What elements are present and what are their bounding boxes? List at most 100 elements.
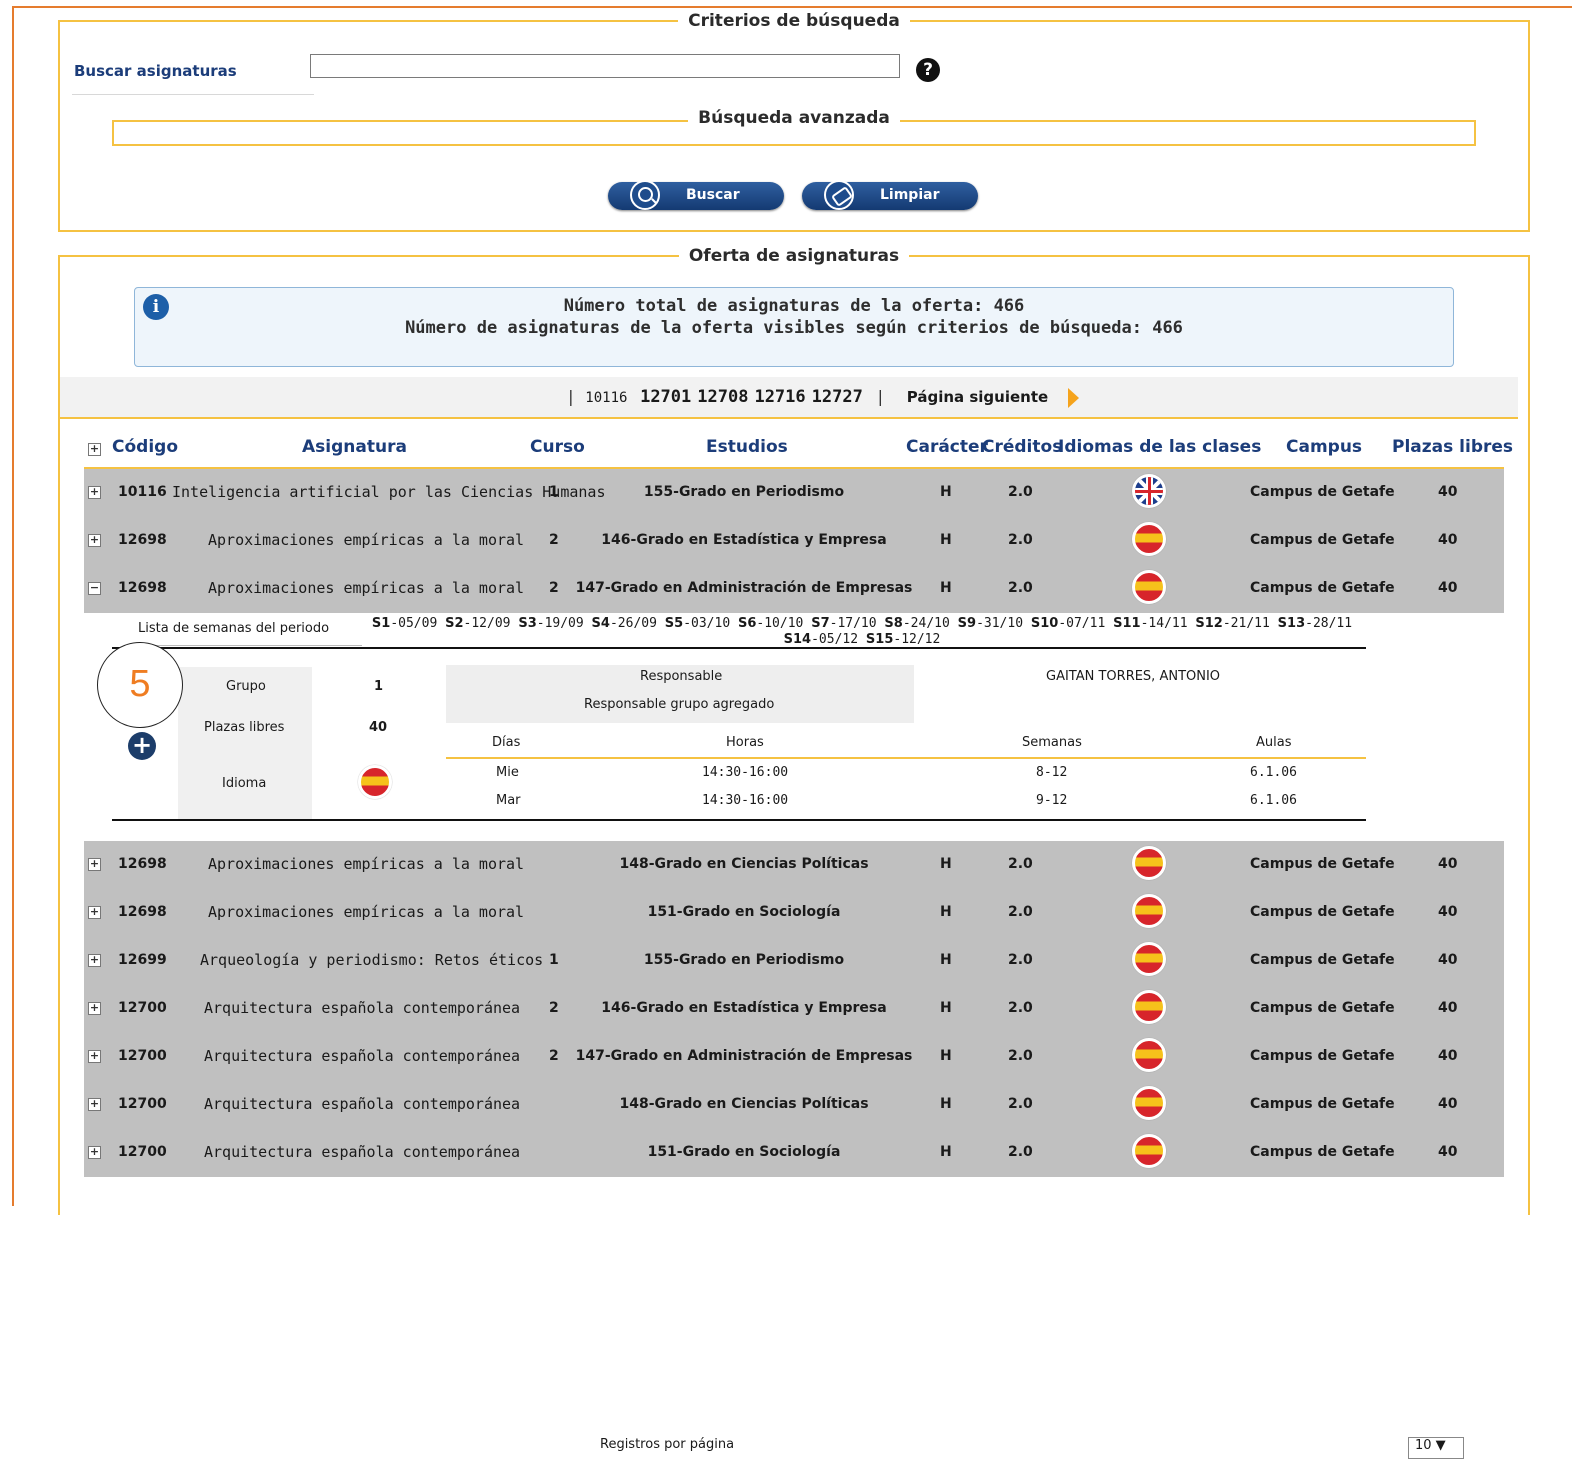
col-idiomas[interactable]: Idiomas de las clases bbox=[1058, 437, 1261, 457]
table-row[interactable]: +12700 Arquitectura española contemporáne… bbox=[84, 985, 1504, 1033]
week-date: -31/10 bbox=[976, 616, 1031, 631]
page-link[interactable]: 12727 bbox=[812, 387, 863, 407]
records-per-page-select[interactable]: 10 ▼ bbox=[1408, 1437, 1464, 1459]
es-flag-icon bbox=[1132, 570, 1166, 604]
cell-plazas: 40 bbox=[1438, 856, 1458, 872]
search-input[interactable] bbox=[310, 54, 900, 78]
page-link[interactable]: 12716 bbox=[754, 387, 805, 407]
cell-plazas: 40 bbox=[1438, 1144, 1458, 1160]
cell-caracter: H bbox=[940, 856, 952, 872]
collapse-row-icon[interactable]: − bbox=[88, 582, 101, 595]
col-estudios[interactable]: Estudios bbox=[706, 437, 788, 457]
search-criteria-title: Criterios de búsqueda bbox=[678, 11, 910, 31]
cell-curso: 2 bbox=[549, 1000, 559, 1016]
week-label: S15 bbox=[865, 632, 894, 647]
search-icon bbox=[630, 180, 660, 210]
table-row[interactable]: +12700 Arquitectura española contemporáne… bbox=[84, 1129, 1504, 1177]
week-date: -07/11 bbox=[1058, 616, 1114, 631]
group-detail-panel: Lista de semanas del periodo S1-05/09 S2… bbox=[84, 613, 1504, 839]
cell-caracter: H bbox=[940, 1048, 952, 1064]
expand-row-icon[interactable]: + bbox=[88, 858, 101, 871]
cell-caracter: H bbox=[940, 484, 952, 500]
divider bbox=[112, 819, 1366, 821]
week-label: S3 bbox=[518, 616, 537, 631]
expand-row-icon[interactable]: + bbox=[88, 1002, 101, 1015]
search-button[interactable]: Buscar bbox=[608, 180, 784, 210]
page-link[interactable]: 12701 bbox=[640, 387, 691, 407]
weeks-line-2: S14-05/12 S15-12/12 bbox=[359, 632, 1365, 648]
table-row[interactable]: +12698 Aproximaciones empíricas a la mora… bbox=[84, 841, 1504, 889]
cell-creditos: 2.0 bbox=[1008, 1144, 1033, 1160]
responsable-agregado-label: Responsable grupo agregado bbox=[584, 697, 775, 712]
table-row[interactable]: +12700 Arquitectura española contemporáne… bbox=[84, 1081, 1504, 1129]
advanced-search-title[interactable]: Búsqueda avanzada bbox=[688, 108, 900, 128]
col-aulas: Aulas bbox=[1256, 735, 1292, 750]
es-flag-icon bbox=[1132, 1038, 1166, 1072]
es-flag-icon bbox=[1132, 846, 1166, 880]
table-row[interactable]: +12699 Arqueología y periodismo: Retos ét… bbox=[84, 937, 1504, 985]
cell-estudios: 155-Grado en Periodismo bbox=[643, 484, 845, 500]
table-row[interactable]: +12700 Arquitectura española contemporáne… bbox=[84, 1033, 1504, 1081]
info-visible-text: Número de asignaturas de la oferta visib… bbox=[405, 318, 1183, 338]
next-arrow-icon[interactable] bbox=[1067, 387, 1079, 408]
help-icon[interactable]: ? bbox=[916, 58, 940, 82]
clear-button[interactable]: Limpiar bbox=[802, 180, 978, 210]
cell-creditos: 2.0 bbox=[1008, 532, 1033, 548]
cell-creditos: 2.0 bbox=[1008, 1048, 1033, 1064]
cell-caracter: H bbox=[940, 904, 952, 920]
cell-campus: Campus de Getafe bbox=[1250, 532, 1395, 548]
cell-code: 12698 bbox=[118, 856, 167, 872]
expand-all-icon[interactable]: + bbox=[88, 443, 101, 456]
eraser-icon bbox=[824, 180, 854, 210]
grupo-value: 1 bbox=[374, 679, 384, 694]
expand-row-icon[interactable]: + bbox=[88, 1146, 101, 1159]
expand-row-icon[interactable]: + bbox=[88, 1098, 101, 1111]
table-row[interactable]: +12698 Aproximaciones empíricas a la mora… bbox=[84, 889, 1504, 937]
cell-campus: Campus de Getafe bbox=[1250, 580, 1395, 596]
responsable-label: Responsable bbox=[640, 669, 723, 684]
col-semanas: Semanas bbox=[1022, 735, 1082, 750]
cell-campus: Campus de Getafe bbox=[1250, 952, 1395, 968]
table-row[interactable]: + 10116 Inteligencia artificial por las … bbox=[84, 469, 1504, 517]
next-page-link[interactable]: Página siguiente bbox=[907, 388, 1048, 406]
es-flag-icon bbox=[1132, 1086, 1166, 1120]
search-criteria-panel: Criterios de búsqueda Buscar asignaturas… bbox=[58, 11, 1530, 232]
add-course-icon[interactable]: + bbox=[128, 732, 156, 760]
search-button-label: Buscar bbox=[686, 187, 740, 203]
expand-row-icon[interactable]: + bbox=[88, 1050, 101, 1063]
col-plazas[interactable]: Plazas libres bbox=[1392, 437, 1513, 457]
cell-code: 12700 bbox=[118, 1048, 167, 1064]
info-total-text: Número total de asignaturas de la oferta… bbox=[563, 296, 1025, 316]
cell-campus: Campus de Getafe bbox=[1250, 856, 1395, 872]
col-dias: Días bbox=[492, 735, 521, 750]
cell-caracter: H bbox=[940, 1144, 952, 1160]
page-link[interactable]: 12708 bbox=[697, 387, 748, 407]
col-curso[interactable]: Curso bbox=[530, 437, 585, 457]
es-flag-icon bbox=[1132, 1134, 1166, 1168]
col-asignatura[interactable]: Asignatura bbox=[302, 437, 407, 457]
cell-caracter: H bbox=[940, 580, 952, 596]
table-row[interactable]: + 12698 Aproximaciones empíricas a la mo… bbox=[84, 517, 1504, 565]
week-date: -28/11 bbox=[1305, 616, 1353, 631]
expand-row-icon[interactable]: + bbox=[88, 906, 101, 919]
grupo-label: Grupo bbox=[226, 679, 266, 694]
col-caracter[interactable]: Carácter bbox=[906, 437, 988, 457]
sched-horas: 14:30-16:00 bbox=[702, 793, 789, 808]
cell-code: 12698 bbox=[118, 904, 167, 920]
week-label: S11 bbox=[1113, 616, 1141, 631]
advanced-search-panel[interactable]: Búsqueda avanzada bbox=[112, 108, 1476, 146]
cell-plazas: 40 bbox=[1438, 1000, 1458, 1016]
expand-row-icon[interactable]: + bbox=[88, 954, 101, 967]
cell-plazas: 40 bbox=[1438, 952, 1458, 968]
cell-code: 12700 bbox=[118, 1096, 167, 1112]
cell-name: Arquitectura española contemporánea bbox=[204, 1143, 521, 1161]
expand-row-icon[interactable]: + bbox=[88, 486, 101, 499]
col-creditos[interactable]: Créditos bbox=[982, 437, 1062, 457]
cell-estudios: 146-Grado en Estadística y Empresa bbox=[601, 1000, 887, 1016]
table-row-expanded[interactable]: − 12698 Aproximaciones empíricas a la mo… bbox=[84, 565, 1504, 613]
expand-row-icon[interactable]: + bbox=[88, 534, 101, 547]
idioma-label: Idioma bbox=[222, 776, 267, 791]
col-codigo[interactable]: Código bbox=[112, 437, 178, 457]
week-date: -05/12 bbox=[811, 632, 866, 647]
col-campus[interactable]: Campus bbox=[1286, 437, 1362, 457]
